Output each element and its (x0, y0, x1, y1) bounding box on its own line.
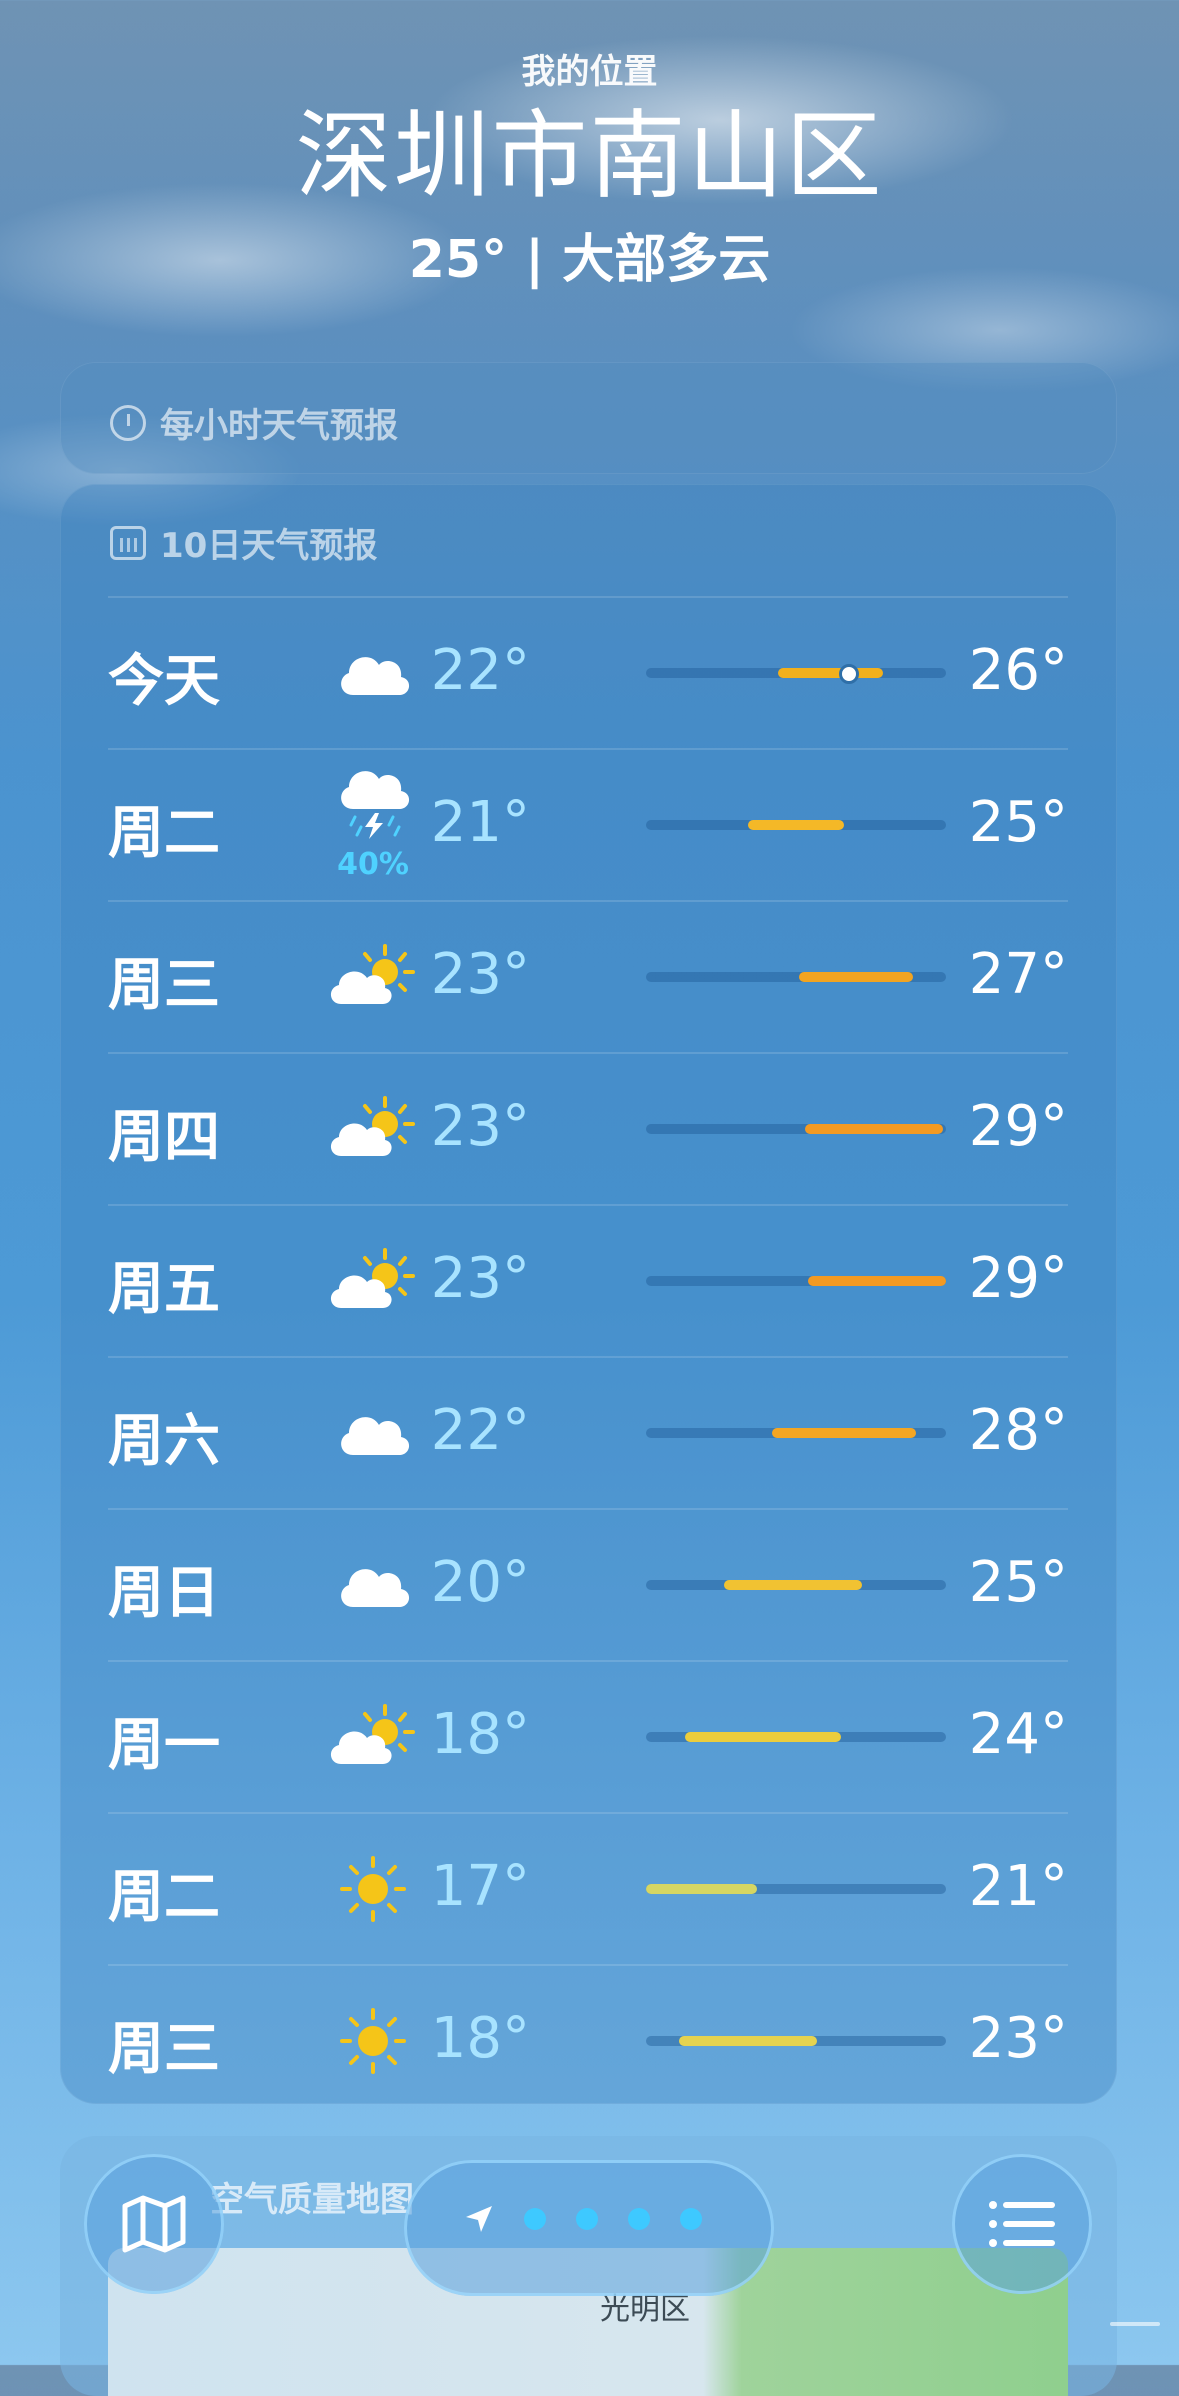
current-temperature-marker (839, 664, 859, 684)
forecast-day-row[interactable]: 今天 22° 26° (108, 596, 1068, 748)
city-name: 深圳市南山区 (295, 100, 884, 212)
day-name: 周二 (108, 801, 220, 866)
temperature-range-bar (646, 1884, 946, 1894)
high-temperature: 25° (968, 790, 1068, 855)
forecast-day-row[interactable]: 周一 18° 24° (108, 1660, 1068, 1812)
page-dot (576, 2208, 598, 2230)
temperature-range-fill (679, 2036, 817, 2046)
temperature-range-fill (805, 1124, 943, 1134)
day-name: 周五 (108, 1257, 220, 1322)
my-location-label: 我的位置 (521, 52, 658, 92)
bottom-toolbar (0, 2150, 1179, 2300)
low-temperature: 21° (430, 790, 530, 855)
forecast-day-row[interactable]: 周二 17° 21° (108, 1812, 1068, 1964)
day-name: 周六 (108, 1409, 220, 1474)
home-indicator (1110, 2322, 1160, 2326)
high-temperature: 28° (968, 1398, 1068, 1463)
map-icon (122, 2195, 186, 2253)
location-arrow-icon (466, 2206, 492, 2232)
low-temperature: 23° (430, 942, 530, 1007)
current-weather-summary: 25° | 大部多云 (408, 230, 771, 290)
temperature-range-bar (646, 1732, 946, 1742)
high-temperature: 29° (968, 1094, 1068, 1159)
low-temperature: 18° (430, 2006, 530, 2071)
day-name: 周三 (108, 2017, 220, 2082)
day-name: 今天 (108, 649, 220, 714)
temperature-range-fill (646, 1884, 757, 1894)
page-dot (524, 2208, 546, 2230)
high-temperature: 29° (968, 1246, 1068, 1311)
day-name: 周日 (108, 1561, 220, 1626)
day-name: 周一 (108, 1713, 220, 1778)
low-temperature: 17° (430, 1854, 530, 1919)
forecast-day-row[interactable]: 周三 18° 23° (108, 1964, 1068, 2116)
forecast-day-row[interactable]: 周六 22° 28° (108, 1356, 1068, 1508)
temperature-range-bar (646, 2036, 946, 2046)
location-page-indicator[interactable] (404, 2160, 774, 2296)
hourly-forecast-header: 每小时天气预报 (110, 398, 398, 447)
calendar-icon (110, 525, 146, 560)
map-button[interactable] (84, 2154, 224, 2294)
forecast-day-row[interactable]: 周日 20° 25° (108, 1508, 1068, 1660)
ten-day-forecast-card[interactable]: 10日天气预报 今天 22° 26° 周二 40% 21° 25° 周三 23° 27° 周四 23°… (60, 484, 1117, 2104)
hourly-forecast-title: 每小时天气预报 (160, 406, 398, 446)
forecast-day-row[interactable]: 周五 23° 29° (108, 1204, 1068, 1356)
high-temperature: 24° (968, 1702, 1068, 1767)
forecast-rows: 今天 22° 26° 周二 40% 21° 25° 周三 23° 27° 周四 23° 29° 周五 23°… (108, 596, 1068, 2116)
temperature-range-bar (646, 820, 946, 830)
low-temperature: 20° (430, 1550, 530, 1615)
temperature-range-bar (646, 1428, 946, 1438)
ten-day-forecast-title: 10日天气预报 (160, 526, 378, 566)
temperature-range-fill (799, 972, 913, 982)
forecast-day-row[interactable]: 周二 40% 21° 25° (108, 748, 1068, 900)
temperature-range-fill (808, 1276, 946, 1286)
low-temperature: 23° (430, 1246, 530, 1311)
temperature-range-fill (724, 1580, 862, 1590)
hourly-forecast-card[interactable]: 每小时天气预报 (60, 362, 1117, 474)
day-name: 周二 (108, 1865, 220, 1930)
temperature-range-bar (646, 664, 946, 684)
high-temperature: 27° (968, 942, 1068, 1007)
ten-day-forecast-header: 10日天气预报 (110, 518, 377, 567)
high-temperature: 25° (968, 1550, 1068, 1615)
low-temperature: 22° (430, 1398, 530, 1463)
city-list-button[interactable] (952, 2154, 1092, 2294)
temperature-range-bar (646, 1276, 946, 1286)
location-header: 我的位置 深圳市南山区 25° | 大部多云 (0, 44, 1179, 292)
temperature-range-fill (685, 1732, 841, 1742)
day-name: 周四 (108, 1105, 220, 1170)
page-dot (680, 2208, 702, 2230)
temperature-range-bar (646, 972, 946, 982)
temperature-range-bar (646, 1124, 946, 1134)
temperature-range-fill (748, 820, 844, 830)
low-temperature: 23° (430, 1094, 530, 1159)
low-temperature: 22° (430, 638, 530, 703)
temperature-range-fill (778, 668, 883, 678)
temperature-range-fill (772, 1428, 916, 1438)
list-icon (989, 2201, 1055, 2247)
high-temperature: 21° (968, 1854, 1068, 1919)
page-dot (628, 2208, 650, 2230)
temperature-range-bar (646, 1580, 946, 1590)
high-temperature: 23° (968, 2006, 1068, 2071)
high-temperature: 26° (968, 638, 1068, 703)
forecast-day-row[interactable]: 周四 23° 29° (108, 1052, 1068, 1204)
clock-icon (110, 404, 146, 441)
low-temperature: 18° (430, 1702, 530, 1767)
forecast-day-row[interactable]: 周三 23° 27° (108, 900, 1068, 1052)
day-name: 周三 (108, 953, 220, 1018)
